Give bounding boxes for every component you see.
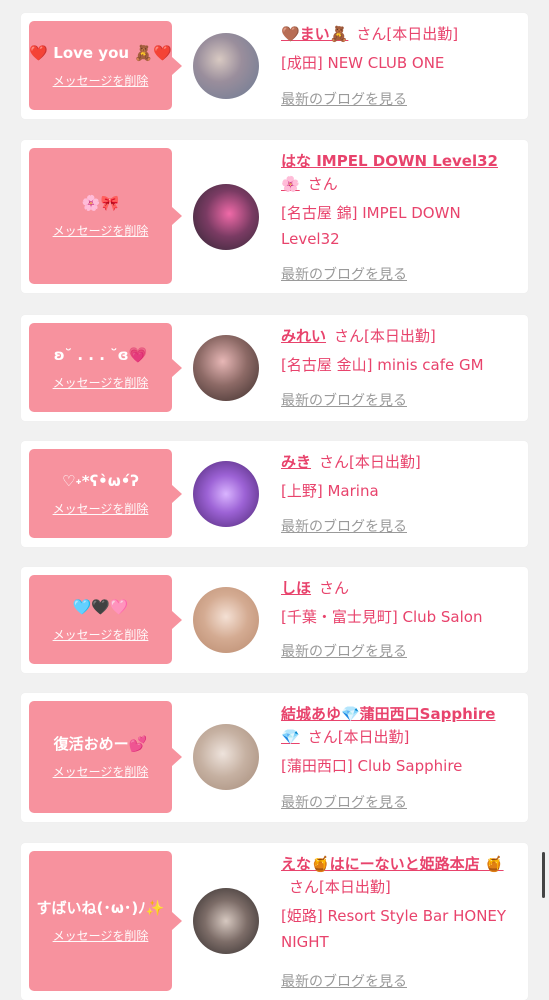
latest-blog-link[interactable]: 最新のブログを見る bbox=[281, 516, 407, 536]
avatar[interactable] bbox=[193, 587, 259, 653]
message-text: 復活おめー💕 bbox=[53, 735, 148, 753]
attendance-badge: [本日出勤] bbox=[337, 728, 410, 746]
message-bubble: 復活おめー💕 メッセージを削除 bbox=[29, 701, 182, 813]
latest-blog-link[interactable]: 最新のブログを見る bbox=[281, 89, 407, 109]
shop-name: [姫路] Resort Style Bar HONEY NIGHT bbox=[281, 907, 507, 951]
cast-name-link[interactable]: みれい bbox=[281, 327, 326, 345]
latest-blog-link[interactable]: 最新のブログを見る bbox=[281, 641, 407, 661]
attendance-badge: [本日出勤] bbox=[319, 878, 391, 896]
cast-info: しほ さん [千葉・富士見町] Club Salon bbox=[281, 577, 518, 630]
latest-blog-link[interactable]: 最新のブログを見る bbox=[281, 792, 407, 812]
avatar[interactable] bbox=[193, 461, 259, 527]
message-text: ♡˖*ʕ•̀ω•́ʔ bbox=[62, 471, 139, 490]
cast-info: みき さん[本日出勤] [上野] Marina bbox=[281, 451, 518, 504]
avatar[interactable] bbox=[193, 335, 259, 401]
cast-info: はな IMPEL DOWN Level32 🌸 さん [名古屋 錦] IMPEL … bbox=[281, 150, 518, 252]
shop-name: [名古屋 金山] minis cafe GM bbox=[281, 356, 484, 374]
cast-name-link[interactable]: みき bbox=[281, 453, 311, 471]
message-bubble: ʚ˘ . . . ˘ɞ💗 メッセージを削除 bbox=[29, 323, 182, 412]
delete-message-link[interactable]: メッセージを削除 bbox=[53, 927, 149, 944]
cast-info: みれい さん[本日出勤] [名古屋 金山] minis cafe GM bbox=[281, 325, 518, 378]
cast-name-link[interactable]: えな🍯はにーないと姫路本店 🍯 bbox=[281, 855, 504, 873]
latest-blog-link[interactable]: 最新のブログを見る bbox=[281, 390, 407, 410]
shop-name: [上野] Marina bbox=[281, 482, 379, 500]
attendance-badge: [本日出勤] bbox=[386, 25, 459, 43]
message-text: ❤️ Love you 🧸❤️ bbox=[29, 43, 172, 62]
message-card: すばいね(･ω･)ﾉ✨ メッセージを削除 えな🍯はにーないと姫路本店 🍯 さん[本… bbox=[21, 843, 528, 1000]
message-text: 🌸🎀 bbox=[81, 194, 120, 212]
cast-name-link[interactable]: しほ bbox=[281, 579, 311, 597]
delete-message-link[interactable]: メッセージを削除 bbox=[53, 374, 149, 391]
honorific: さん bbox=[307, 728, 338, 746]
delete-message-link[interactable]: メッセージを削除 bbox=[53, 222, 149, 239]
latest-blog-link[interactable]: 最新のブログを見る bbox=[281, 971, 407, 991]
cast-info: 結城あゆ💎蒲田西口Sapphire 💎 さん[本日出勤] [蒲田西口] Club … bbox=[281, 703, 518, 779]
avatar[interactable] bbox=[193, 724, 259, 790]
message-bubble: 🌸🎀 メッセージを削除 bbox=[29, 148, 182, 284]
honorific: さん bbox=[307, 175, 338, 193]
scrollbar[interactable] bbox=[542, 852, 545, 898]
message-card: 🌸🎀 メッセージを削除 はな IMPEL DOWN Level32 🌸 さん [名… bbox=[21, 140, 528, 293]
cast-info: えな🍯はにーないと姫路本店 🍯 さん[本日出勤] [姫路] Resort Styl… bbox=[281, 853, 518, 955]
latest-blog-link[interactable]: 最新のブログを見る bbox=[281, 264, 407, 284]
message-card: ♡˖*ʕ•̀ω•́ʔ メッセージを削除 みき さん[本日出勤] [上野] Mari… bbox=[21, 441, 528, 547]
shop-name: [成田] NEW CLUB ONE bbox=[281, 54, 445, 72]
message-bubble: ♡˖*ʕ•̀ω•́ʔ メッセージを削除 bbox=[29, 449, 182, 538]
attendance-badge: [本日出勤] bbox=[364, 327, 436, 345]
message-text: 🩵🖤🩷 bbox=[72, 597, 129, 616]
message-bubble: すばいね(･ω･)ﾉ✨ メッセージを削除 bbox=[29, 851, 182, 991]
shop-name: [千葉・富士見町] Club Salon bbox=[281, 608, 483, 626]
delete-message-link[interactable]: メッセージを削除 bbox=[53, 626, 149, 643]
honorific: さん bbox=[289, 878, 320, 896]
message-card: 🩵🖤🩷 メッセージを削除 しほ さん [千葉・富士見町] Club Salon 最… bbox=[21, 567, 528, 673]
honorific: さん bbox=[356, 25, 387, 43]
message-text: ʚ˘ . . . ˘ɞ💗 bbox=[53, 345, 148, 364]
avatar[interactable] bbox=[193, 33, 259, 99]
message-bubble: ❤️ Love you 🧸❤️ メッセージを削除 bbox=[29, 21, 182, 110]
message-card: 復活おめー💕 メッセージを削除 結城あゆ💎蒲田西口Sapphire 💎 さん[本日… bbox=[21, 693, 528, 822]
message-card: ❤️ Love you 🧸❤️ メッセージを削除 🤎まい🧸 さん[本日出勤] [成… bbox=[21, 13, 528, 119]
cast-name-link[interactable]: 🤎まい🧸 bbox=[281, 25, 348, 43]
attendance-badge: [本日出勤] bbox=[349, 453, 421, 471]
delete-message-link[interactable]: メッセージを削除 bbox=[53, 500, 149, 517]
honorific: さん bbox=[319, 579, 350, 597]
avatar[interactable] bbox=[193, 184, 259, 250]
honorific: さん bbox=[334, 327, 365, 345]
delete-message-link[interactable]: メッセージを削除 bbox=[53, 72, 149, 89]
shop-name: [名古屋 錦] IMPEL DOWN Level32 bbox=[281, 204, 461, 248]
message-card: ʚ˘ . . . ˘ɞ💗 メッセージを削除 みれい さん[本日出勤] [名古屋 金… bbox=[21, 315, 528, 421]
honorific: さん bbox=[319, 453, 350, 471]
cast-info: 🤎まい🧸 さん[本日出勤] [成田] NEW CLUB ONE bbox=[281, 23, 518, 76]
message-text: すばいね(･ω･)ﾉ✨ bbox=[36, 899, 165, 917]
avatar[interactable] bbox=[193, 888, 259, 954]
delete-message-link[interactable]: メッセージを削除 bbox=[53, 763, 149, 780]
shop-name: [蒲田西口] Club Sapphire bbox=[281, 757, 463, 775]
message-bubble: 🩵🖤🩷 メッセージを削除 bbox=[29, 575, 182, 664]
